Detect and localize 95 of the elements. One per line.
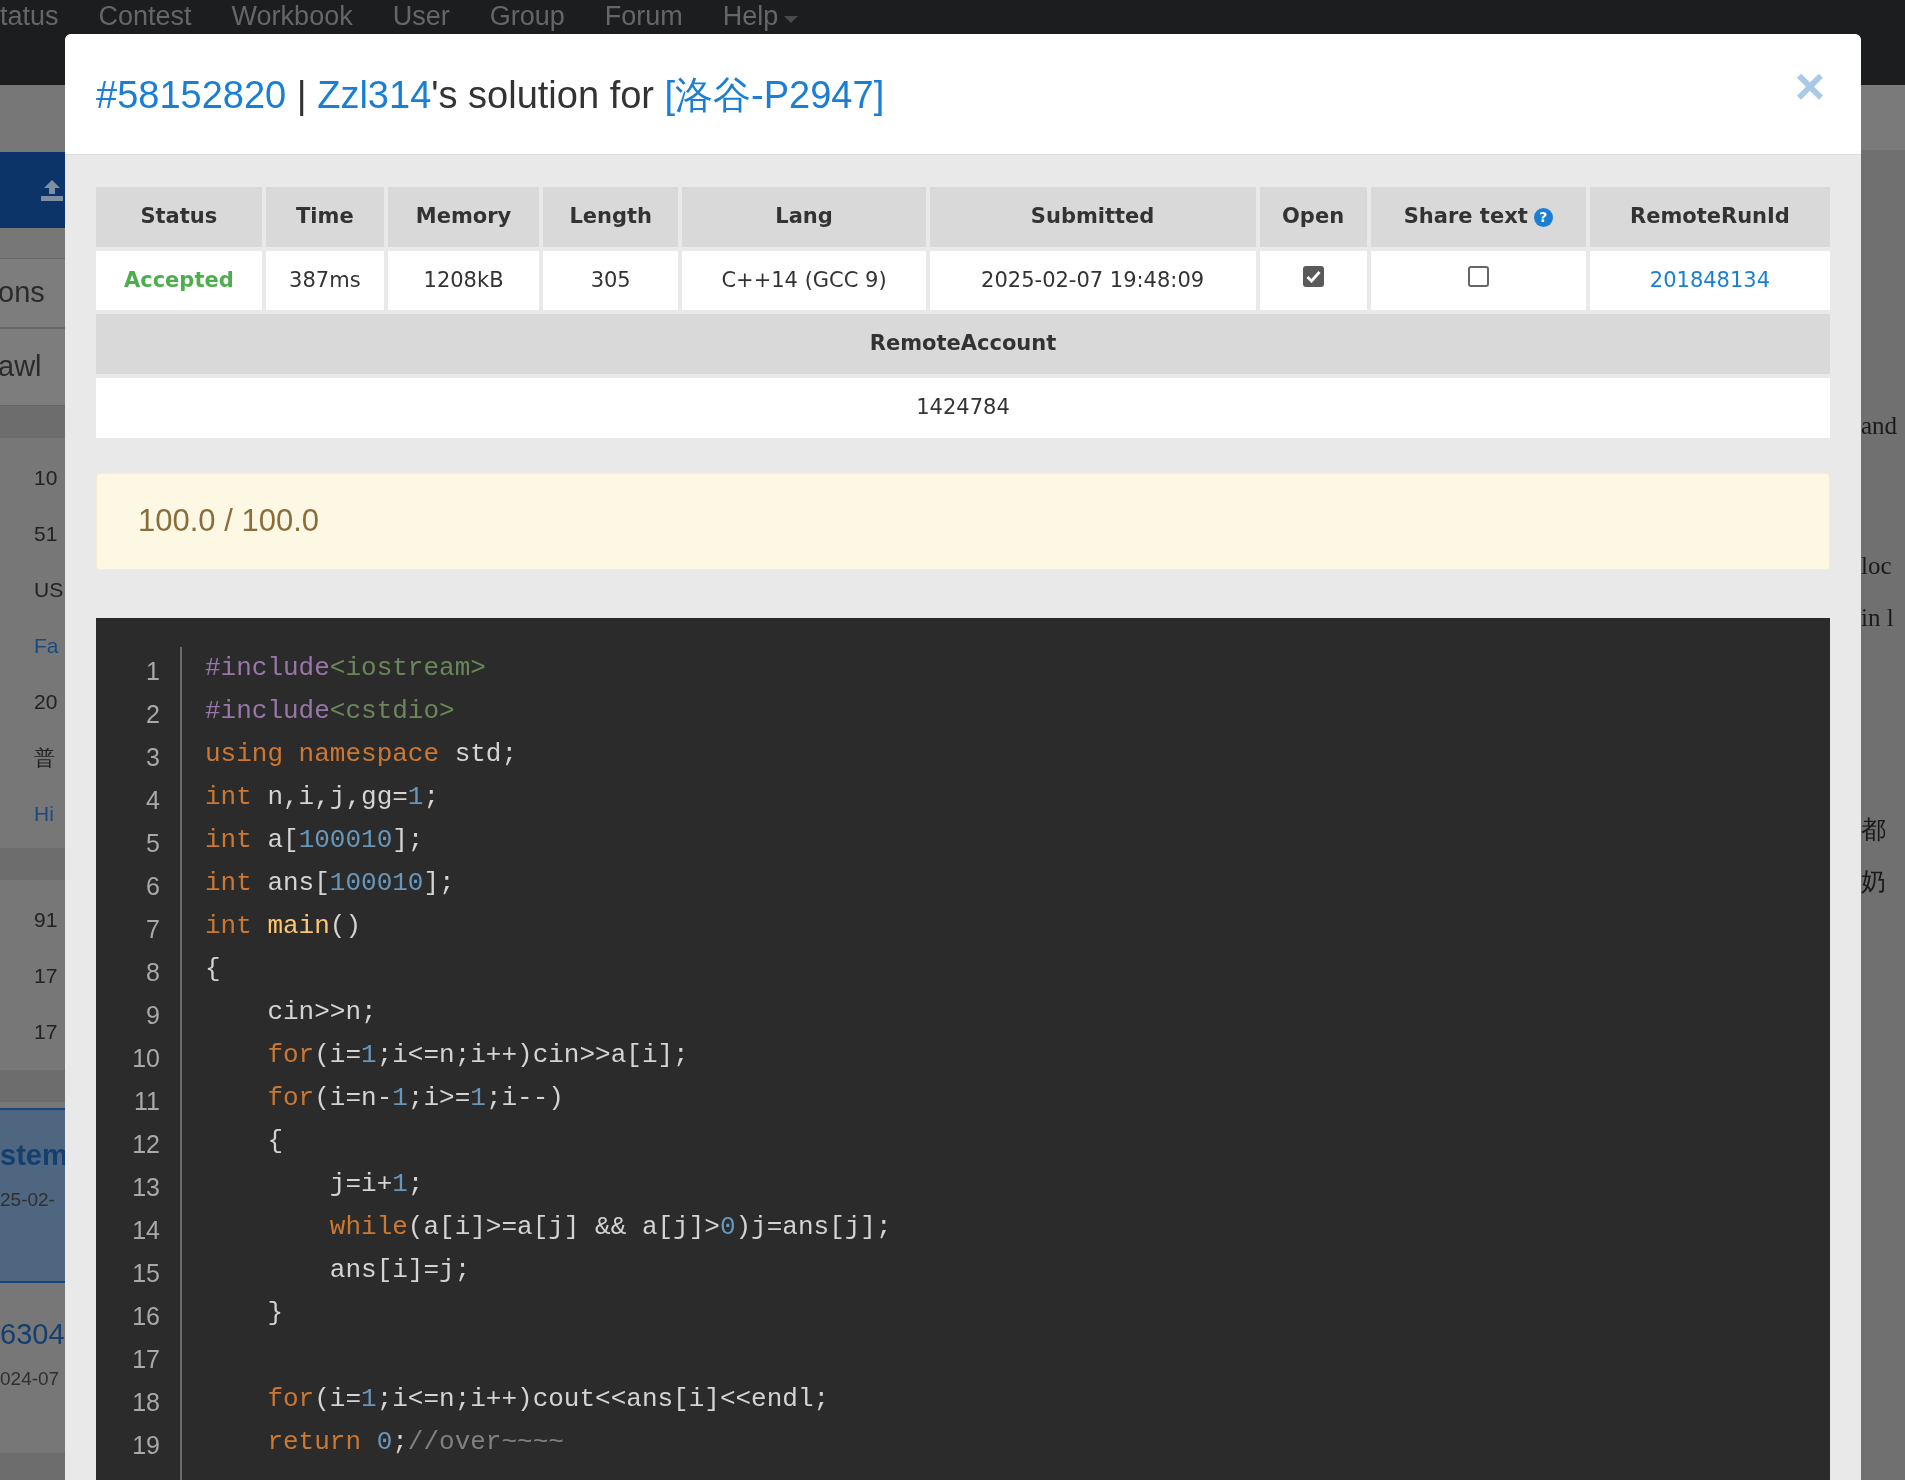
line-number: 17 <box>132 1343 160 1375</box>
table-cell: 387ms <box>265 251 385 310</box>
list-text: 51 <box>34 521 58 548</box>
nav-link[interactable]: Forum <box>604 0 683 32</box>
nav-link[interactable]: Help <box>722 0 779 32</box>
code-line: #include<iostream> <box>205 652 486 685</box>
column-header: Length <box>543 187 679 247</box>
card-title: stem <box>0 1138 65 1173</box>
list-link[interactable]: Hi <box>34 798 54 830</box>
line-number: 8 <box>146 956 160 988</box>
list-text: 17 <box>34 1019 58 1046</box>
column-header: Status <box>96 187 262 247</box>
help-icon[interactable]: ? <box>1533 207 1553 227</box>
line-number: 6 <box>146 870 160 902</box>
line-number: 1 <box>146 655 160 687</box>
line-number: 4 <box>146 784 160 816</box>
upload-icon <box>39 178 65 202</box>
list-text: 10 <box>34 465 58 492</box>
nav-link[interactable]: Group <box>489 0 565 32</box>
section-band <box>0 848 65 880</box>
text-fragment: loc <box>1861 551 1893 581</box>
run-link[interactable]: #58152820 <box>96 73 287 116</box>
table-cell: 1208kB <box>388 251 540 310</box>
code-line: #include<cstdio> <box>205 695 455 728</box>
table-cell: C++14 (GCC 9) <box>682 251 926 310</box>
line-number: 5 <box>146 827 160 859</box>
line-number: 13 <box>132 1171 160 1203</box>
line-number: 18 <box>132 1386 160 1418</box>
table-header: RemoteAccount <box>96 314 1830 374</box>
code-line: int a[100010]; <box>205 824 424 857</box>
sidebar-button[interactable] <box>0 152 65 228</box>
line-number: 3 <box>146 741 160 773</box>
line-number: 12 <box>132 1128 160 1160</box>
line-number: 16 <box>132 1300 160 1332</box>
text-fragment: 奶 <box>1861 867 1887 897</box>
nav-link[interactable]: Contest <box>98 0 192 32</box>
caret-icon <box>784 15 799 23</box>
line-number: 19 <box>132 1429 160 1461</box>
text-fragment: 都 <box>1861 815 1887 845</box>
date-text: 024-07 <box>0 1366 61 1391</box>
code-line: for(i=n-1;i>=1;i--) <box>266 1082 564 1115</box>
checkbox[interactable] <box>1302 266 1324 288</box>
column-header: Memory <box>388 187 540 247</box>
code-line: for(i=1;i<=n;i++)cout<<ans[i]<<endl; <box>266 1383 830 1416</box>
list-link[interactable]: Fa <box>34 630 59 662</box>
code-line: } <box>266 1297 283 1330</box>
score-banner: 100.0 / 100.0 <box>96 473 1830 570</box>
nav-link[interactable]: tatus <box>0 0 59 32</box>
table-cell: 1424784 <box>96 378 1830 438</box>
list-text: 普 <box>34 745 55 772</box>
code-line: for(i=1;i<=n;i++)cin>>a[i]; <box>266 1039 689 1072</box>
code-line: return 0;//over~~~~ <box>266 1426 564 1459</box>
code-line: int ans[100010]; <box>205 867 455 900</box>
table-cell: 305 <box>543 251 679 310</box>
checkbox[interactable] <box>1467 266 1489 288</box>
line-number: 11 <box>134 1085 160 1117</box>
list-text: US <box>34 577 64 604</box>
code-line: int main() <box>205 910 362 943</box>
close-button[interactable]: × <box>1794 60 1825 112</box>
line-number: 9 <box>146 999 160 1031</box>
text-fragment: in l <box>1861 603 1895 633</box>
list-text: 91 <box>34 907 58 934</box>
code-line: int n,i,j,gg=1; <box>205 781 440 814</box>
code-line: { <box>205 953 221 986</box>
column-header: RemoteRunId <box>1589 187 1830 247</box>
code-line: { <box>266 1125 283 1158</box>
problem-link[interactable]: [洛谷-P2947] <box>664 73 885 116</box>
line-number: 15 <box>132 1257 160 1289</box>
column-header: Submitted <box>929 187 1256 247</box>
nav-link[interactable]: User <box>392 0 450 32</box>
date-text: 25-02- <box>0 1187 56 1212</box>
column-header: Share text <box>1403 203 1528 231</box>
code-line: j=i+1; <box>328 1168 424 1201</box>
list-text: 20 <box>34 689 58 716</box>
line-number: 2 <box>146 698 160 730</box>
code-line: while(a[i]>=a[j] && a[j]>0)j=ans[j]; <box>328 1211 892 1244</box>
author-link[interactable]: Zzl314 <box>317 73 432 116</box>
section-band <box>0 1070 65 1102</box>
section-band <box>0 1453 65 1480</box>
code-line: cin>>n; <box>266 996 377 1029</box>
column-header: Lang <box>682 187 926 247</box>
dialog-title: #58152820 | Zzl314's solution for [洛谷-P2947] <box>96 72 885 118</box>
status-cell: Accepted <box>96 251 262 310</box>
code-line: using namespace std; <box>205 738 518 771</box>
line-number: 10 <box>132 1042 160 1074</box>
entry-link[interactable]: 6304 <box>0 1313 65 1357</box>
table-cell: 2025-02-07 19:48:09 <box>929 251 1256 310</box>
list-text: 17 <box>34 963 58 990</box>
line-number: 14 <box>132 1214 160 1246</box>
code-line: ans[i]=j; <box>328 1254 471 1287</box>
text-fragment: and <box>1861 411 1899 441</box>
column-header: Open <box>1259 187 1367 247</box>
column-header: Time <box>265 187 385 247</box>
line-number: 7 <box>146 913 160 945</box>
nav-link[interactable]: Workbook <box>231 0 353 32</box>
